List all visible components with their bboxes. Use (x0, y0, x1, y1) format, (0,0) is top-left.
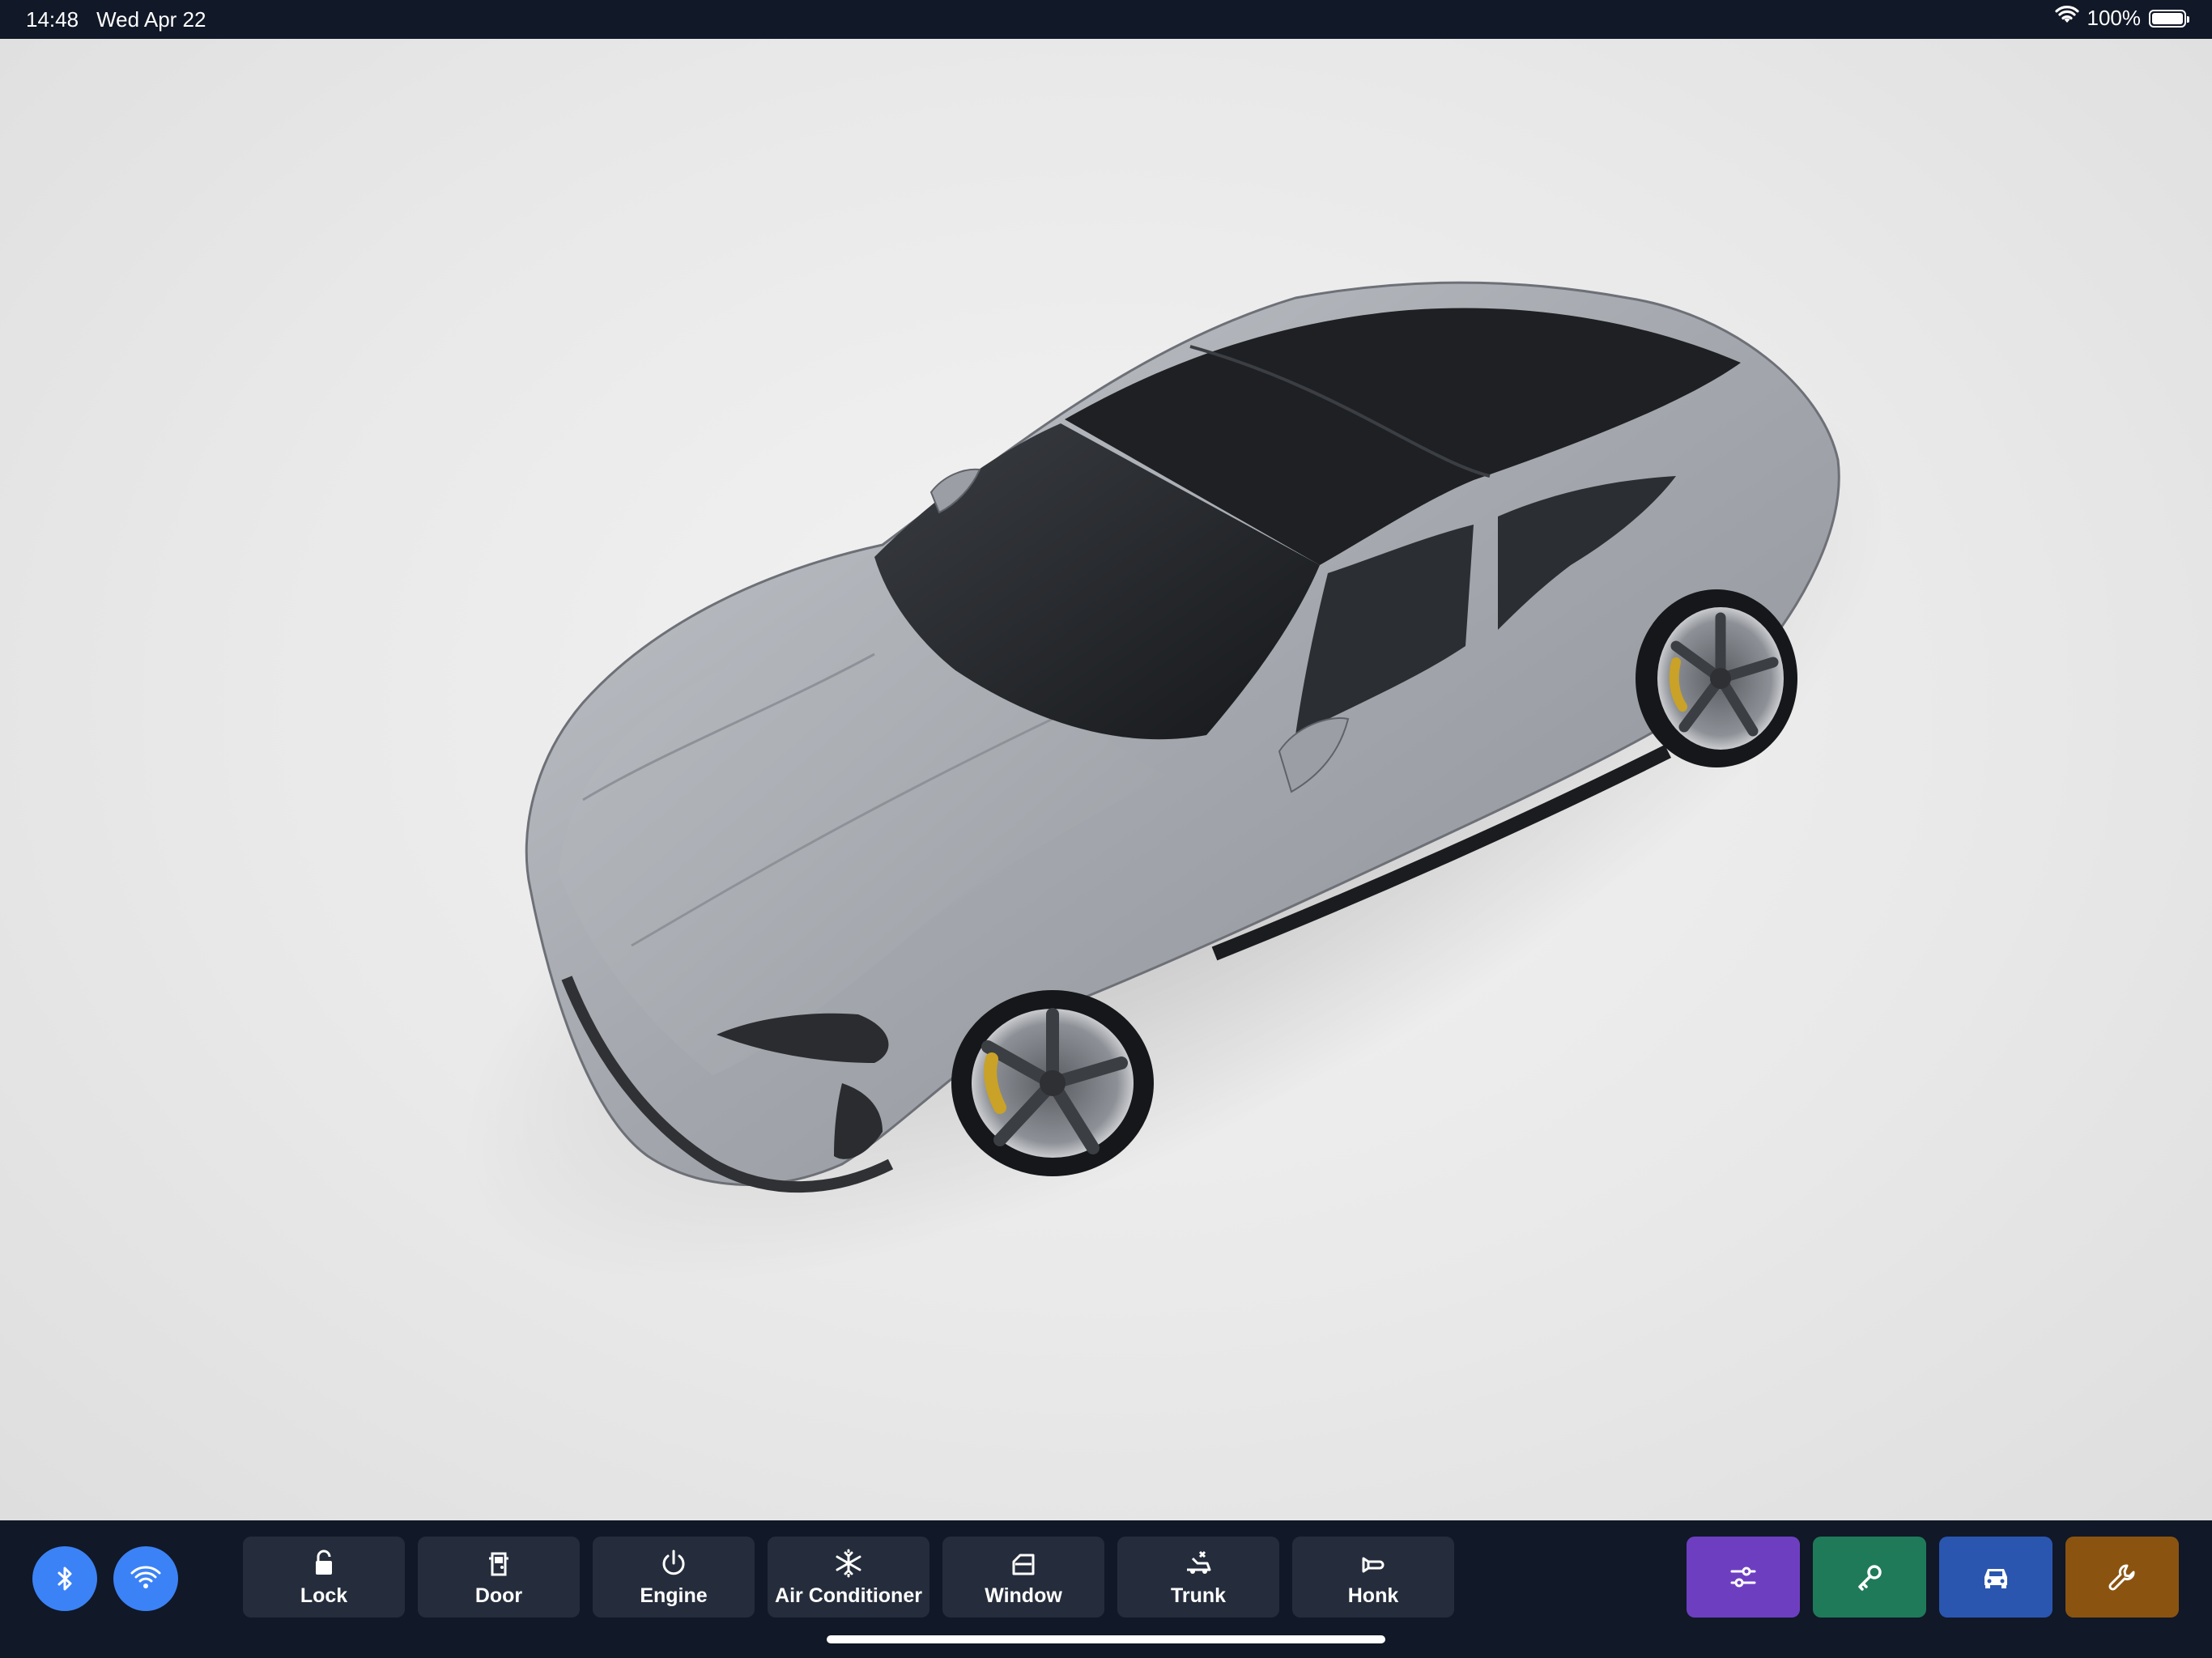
status-bar: 14:48 Wed Apr 22 100% (0, 0, 2212, 39)
honk-button[interactable]: Honk (1292, 1537, 1454, 1618)
trunk-icon (1187, 1550, 1211, 1574)
engine-label: Engine (640, 1584, 708, 1607)
door-icon (489, 1552, 508, 1575)
engine-button[interactable]: Engine (593, 1537, 755, 1618)
trunk-label: Trunk (1170, 1584, 1227, 1607)
battery-icon (2149, 9, 2189, 28)
maintenance-button[interactable] (2065, 1537, 2179, 1618)
key-button[interactable] (1813, 1537, 1926, 1618)
air-conditioner-label: Air Conditioner (775, 1584, 922, 1607)
status-date: Wed Apr 22 (96, 7, 206, 32)
window-icon (1012, 1554, 1035, 1575)
window-label: Window (985, 1584, 1062, 1607)
wifi-icon (130, 1566, 161, 1588)
home-indicator[interactable] (827, 1635, 1385, 1643)
bluetooth-button[interactable] (32, 1546, 97, 1611)
snowflake-icon (836, 1549, 861, 1577)
power-icon (662, 1550, 685, 1575)
battery-percent: 100% (2087, 6, 2142, 30)
lock-icon (316, 1550, 332, 1575)
battery-level-fill (2152, 12, 2183, 24)
status-time: 14:48 (26, 7, 79, 32)
wrench-icon (2108, 1564, 2135, 1591)
status-right: 100% (2054, 6, 2189, 31)
door-button[interactable]: Door (418, 1537, 580, 1618)
bluetooth-icon (57, 1567, 72, 1591)
car-model[interactable] (0, 39, 2212, 1520)
vehicle-button[interactable] (1939, 1537, 2052, 1618)
car-3d-viewport[interactable] (0, 39, 2212, 1520)
window-button[interactable]: Window (942, 1537, 1104, 1618)
lock-button[interactable]: Lock (243, 1537, 405, 1618)
trunk-button[interactable]: Trunk (1117, 1537, 1279, 1618)
wifi-status-icon (2054, 6, 2079, 31)
key-icon (1858, 1565, 1882, 1591)
settings-button[interactable] (1687, 1537, 1800, 1618)
wifi-button[interactable] (113, 1546, 178, 1611)
honk-label: Honk (1347, 1584, 1399, 1607)
door-label: Door (474, 1584, 523, 1607)
rear-wheel (1636, 589, 1797, 767)
front-wheel (951, 990, 1154, 1176)
horn-icon (1362, 1557, 1385, 1572)
lock-label: Lock (300, 1584, 348, 1607)
car-icon (1984, 1569, 2007, 1588)
sliders-icon (1730, 1567, 1756, 1588)
air-conditioner-button[interactable]: Air Conditioner (768, 1537, 929, 1618)
status-left: 14:48 Wed Apr 22 (26, 7, 206, 32)
